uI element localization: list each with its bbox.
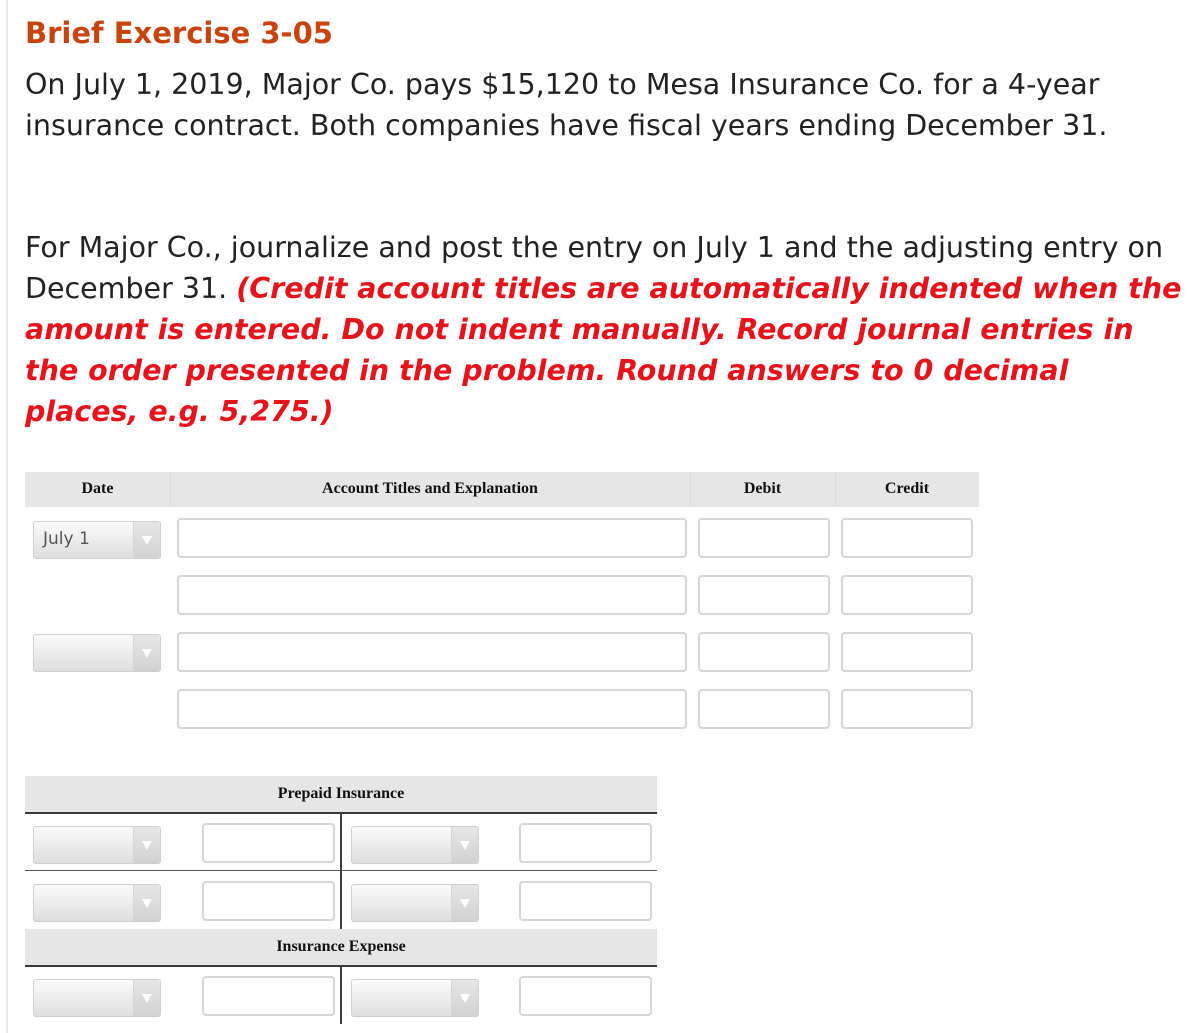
expense-row-1-right-amount-input[interactable]	[519, 976, 652, 1016]
entry-2-row-1-account-input[interactable]	[177, 632, 687, 672]
prepaid-row-1-right-amount-input[interactable]	[519, 823, 652, 863]
entry-2-date-select[interactable]	[33, 634, 161, 672]
header-date: Date	[81, 480, 114, 497]
prepaid-row-2-left-date-select[interactable]	[33, 884, 161, 922]
entry-2-row-2-account-input[interactable]	[177, 689, 687, 729]
entry-1-row-1-debit-input[interactable]	[698, 518, 830, 558]
expense-row-1-left-date-select[interactable]	[33, 979, 161, 1017]
entry-1-row-2-account-input[interactable]	[177, 575, 687, 615]
prepaid-row-1-right-date-select[interactable]	[351, 826, 479, 864]
chevron-down-icon[interactable]	[133, 885, 160, 921]
entry-2-row-1-credit-input[interactable]	[841, 632, 973, 672]
entry-1-date-value: July 1	[43, 529, 90, 549]
header-debit: Debit	[743, 480, 782, 497]
prepaid-row-2-right-date-select[interactable]	[351, 884, 479, 922]
problem-text: On July 1, 2019, Major Co. pays $15,120 …	[25, 68, 1108, 142]
page-left-border	[6, 0, 8, 1033]
instructions: For Major Co., journalize and post the e…	[25, 227, 1185, 432]
entry-2-row-1-debit-input[interactable]	[698, 632, 830, 672]
chevron-down-icon[interactable]	[133, 980, 160, 1016]
prepaid-row-2-left-amount-input[interactable]	[202, 881, 335, 921]
entry-1-date-select[interactable]: July 1	[33, 521, 161, 559]
header-account: Account Titles and Explanation	[322, 480, 538, 497]
t-account-center-rule	[340, 966, 342, 1024]
chevron-down-icon[interactable]	[451, 980, 478, 1016]
chevron-down-icon[interactable]	[451, 827, 478, 863]
expense-row-1-right-date-select[interactable]	[351, 979, 479, 1017]
prepaid-row-1-left-date-select[interactable]	[33, 826, 161, 864]
chevron-down-icon[interactable]	[451, 885, 478, 921]
t-account-center-rule	[340, 813, 342, 929]
chevron-down-icon[interactable]	[133, 635, 160, 671]
t-account-row-rule	[25, 870, 657, 871]
expense-row-1-left-amount-input[interactable]	[202, 976, 335, 1016]
t-account-insurance-expense-title: Insurance Expense	[25, 929, 657, 965]
prepaid-row-1-left-amount-input[interactable]	[202, 823, 335, 863]
entry-1-row-1-credit-input[interactable]	[841, 518, 973, 558]
entry-1-row-2-debit-input[interactable]	[698, 575, 830, 615]
entry-1-row-2-credit-input[interactable]	[841, 575, 973, 615]
t-account-prepaid-insurance-title: Prepaid Insurance	[25, 776, 657, 812]
entry-2-row-2-credit-input[interactable]	[841, 689, 973, 729]
header-credit: Credit	[884, 480, 930, 497]
entry-1-row-1-account-input[interactable]	[177, 518, 687, 558]
prepaid-row-2-right-amount-input[interactable]	[519, 881, 652, 921]
journal-header: Date Account Titles and Explanation Debi…	[25, 472, 979, 507]
chevron-down-icon[interactable]	[133, 522, 160, 558]
exercise-title: Brief Exercise 3-05	[25, 16, 333, 50]
chevron-down-icon[interactable]	[133, 827, 160, 863]
entry-2-row-2-debit-input[interactable]	[698, 689, 830, 729]
